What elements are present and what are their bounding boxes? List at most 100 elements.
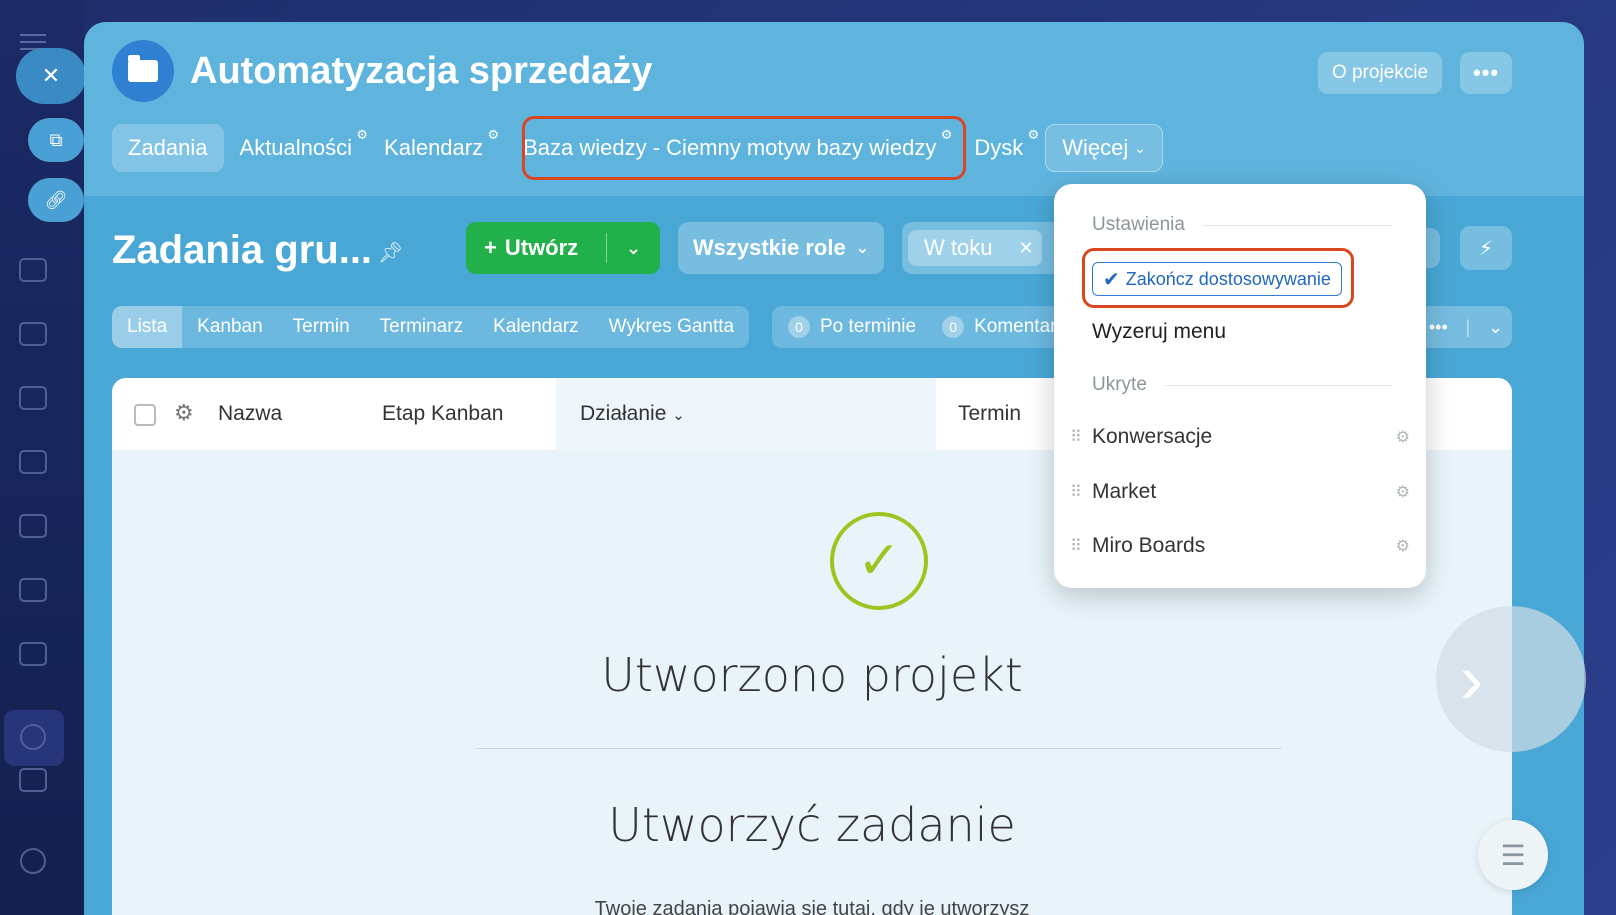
view-kanban[interactable]: Kanban [182,306,278,348]
close-slider-button[interactable]: ✕ [16,48,86,104]
open-in-new-window-button[interactable]: ⧉ [28,118,84,162]
gear-icon[interactable]: ⚙ [356,127,368,143]
gear-icon[interactable]: ⚙ [174,400,194,426]
hidden-item-market[interactable]: ⠿ Market ⚙ [1070,474,1410,510]
groups-icon[interactable] [20,724,46,750]
news-icon[interactable] [19,768,47,792]
roles-filter-button[interactable]: Wszystkie role ⌄ [678,222,884,274]
drag-handle-icon[interactable]: ⠿ [1070,482,1092,502]
tab-label: Aktualności [239,135,353,160]
roles-label: Wszystkie role [692,235,846,260]
counter-overdue[interactable]: 0 Po terminie [788,316,916,338]
project-title: Automatyzacja sprzedaży [190,50,653,92]
empty-subheading: Utworzyć zadanie [608,798,1016,852]
checkmark-icon: ✓ [830,512,928,610]
close-icon: ✕ [41,63,61,88]
gear-icon[interactable]: ⚙ [1396,482,1410,502]
hidden-header-label: Ukryte [1092,374,1147,395]
counter-label: Po terminie [820,316,917,337]
mail-icon[interactable] [19,578,47,602]
tab-label: Dysk [974,135,1024,160]
view-list[interactable]: Lista [112,306,183,348]
settings-icon[interactable] [20,848,46,874]
project-more-button[interactable]: ••• [1460,52,1512,94]
divider [476,748,1282,749]
more-dots-icon[interactable]: ••• [1429,317,1448,338]
section-title: Zadania gru... [112,228,373,272]
chevron-right-icon[interactable]: › [1436,606,1586,752]
create-task-button[interactable]: + Utwórz ⌄ [466,222,660,274]
hidden-item-conversations[interactable]: ⠿ Konwersacje ⚙ [1070,419,1410,455]
chevron-down-icon: ⌄ [855,240,870,257]
filter-chip[interactable]: W toku ✕ [908,230,1042,266]
tab-drive[interactable]: Dysk ⚙ [958,124,1039,172]
hidden-item-miro-boards[interactable]: ⠿ Miro Boards ⚙ [1070,528,1410,564]
copy-link-button[interactable]: 🔗︎ [28,178,84,222]
chat-icon[interactable] [19,322,47,346]
hidden-item-label: Miro Boards [1092,534,1206,557]
tab-news[interactable]: Aktualności ⚙ [224,124,369,172]
tab-tasks[interactable]: Zadania [112,124,224,172]
tasks-icon[interactable] [19,258,47,282]
column-name[interactable]: Nazwa [218,402,282,426]
tab-label: Kalendarz [384,135,484,160]
close-icon[interactable]: ✕ [1018,238,1033,259]
hidden-header: Ukryte [1092,374,1392,396]
crm-icon[interactable] [19,514,47,538]
check-icon: ✔ [1103,268,1120,291]
column-label: Działanie [580,402,667,425]
column-kanban-stage[interactable]: Etap Kanban [382,402,503,426]
about-project-button[interactable]: O projekcie [1318,52,1442,94]
calendar-icon[interactable] [19,386,47,410]
gear-icon[interactable]: ⚙ [1396,536,1410,556]
view-switcher: Lista Kanban Termin Terminarz Kalendarz … [112,306,750,348]
more-tabs-menu: Ustawienia ✔ Zakończ dostosowywanie Wyzer… [1054,184,1426,588]
counter-badge: 0 [942,316,965,338]
hidden-item-label: Market [1092,480,1157,503]
gear-icon[interactable]: ⚙ [1396,427,1410,447]
pin-icon[interactable]: 📌︎ [378,240,403,265]
view-gantt[interactable]: Wykres Gantta [594,306,749,348]
tab-label: Zadania [128,135,208,160]
tab-label: Więcej [1062,135,1129,160]
finish-label: Zakończ dostosowywanie [1125,268,1331,289]
link-icon: 🔗︎ [44,189,68,210]
highlight-knowledge-base [522,116,966,180]
gear-icon[interactable]: ⚙ [1028,127,1040,143]
chevron-down-icon: ⌄ [1134,139,1146,156]
counters-bar: 0 Po terminie 0 Komentarze [772,306,1072,348]
chevron-down-icon[interactable]: ⌄ [607,238,660,259]
list-actions: ••• | ⌄ [1420,306,1512,348]
view-calendar[interactable]: Kalendarz [478,306,594,348]
settings-header-label: Ustawienia [1092,214,1185,235]
tab-more[interactable]: Więcej ⌄ [1045,124,1163,172]
empty-heading: Utworzono projekt [601,648,1023,702]
finish-customizing-button[interactable]: ✔ Zakończ dostosowywanie [1092,262,1342,296]
document-icon[interactable] [19,450,47,474]
presentation-icon[interactable] [19,642,47,666]
automation-bolt-icon[interactable]: ⚡︎ [1460,226,1512,270]
empty-body: Twoje zadania pojawią się tutaj, gdy je … [594,898,1030,915]
project-folder-icon [112,40,174,102]
select-all-checkbox[interactable] [134,404,156,426]
drag-handle-icon[interactable]: ⠿ [1070,427,1092,447]
counter-badge: 0 [788,316,810,338]
hidden-item-label: Konwersacje [1092,425,1213,448]
drag-handle-icon[interactable]: ⠿ [1070,536,1092,556]
tab-calendar[interactable]: Kalendarz ⚙ [368,124,499,172]
list-menu-icon[interactable]: ☰ [1478,820,1548,890]
chevron-down-icon[interactable]: ⌄ [1488,317,1503,338]
reset-menu-item[interactable]: Wyzeruj menu [1092,320,1226,344]
filter-chip-label: W toku [924,235,993,260]
divider: | [1465,316,1471,337]
plus-icon: + [484,235,497,260]
external-link-icon: ⧉ [49,129,63,150]
view-planner[interactable]: Terminarz [365,306,478,348]
view-deadline[interactable]: Termin [278,306,365,348]
gear-icon[interactable]: ⚙ [487,127,499,143]
create-label: Utwórz [504,235,579,260]
column-deadline[interactable]: Termin [958,402,1021,426]
counter-comments[interactable]: 0 Komentarze [942,316,1072,338]
chevron-down-icon: ⌄ [672,407,685,424]
column-action[interactable]: Działanie ⌄ [580,402,685,426]
